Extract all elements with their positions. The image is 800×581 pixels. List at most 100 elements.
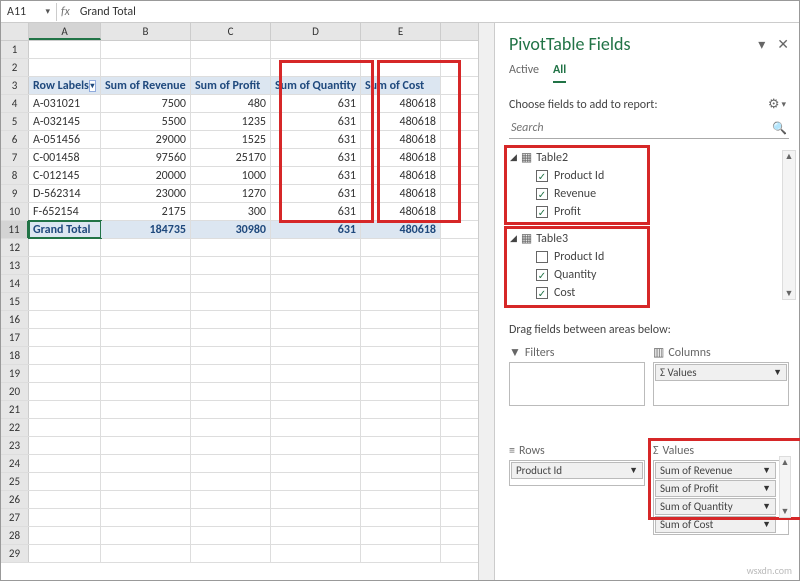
sum-revenue-header[interactable]: Sum of Revenue	[101, 77, 191, 94]
cell-profit[interactable]: 1525	[191, 131, 271, 148]
cell-revenue[interactable]: 97560	[101, 149, 191, 166]
field-item[interactable]: Profit	[510, 203, 788, 221]
row-label[interactable]: A-031021	[29, 95, 101, 112]
row-header[interactable]: 5	[1, 113, 29, 130]
cell-quantity[interactable]: 631	[271, 131, 361, 148]
scroll-down-icon[interactable]: ▼	[785, 288, 794, 299]
chevron-down-icon[interactable]: ▼	[773, 367, 782, 378]
sum-profit-header[interactable]: Sum of Profit	[191, 77, 271, 94]
cell-cost[interactable]: 480618	[361, 203, 441, 220]
sheet-scrollbar[interactable]	[478, 23, 494, 580]
rows-chip[interactable]: Product Id▼	[511, 462, 643, 479]
gear-icon[interactable]: ⚙▾	[765, 95, 789, 114]
col-header-D[interactable]: D	[271, 23, 361, 40]
search-input[interactable]	[509, 118, 770, 138]
row-header[interactable]: 8	[1, 167, 29, 184]
col-header-A[interactable]: A	[29, 23, 101, 40]
row-header[interactable]: 6	[1, 131, 29, 148]
scroll-up-icon[interactable]: ▲	[785, 151, 794, 162]
row-header[interactable]: 16	[1, 311, 29, 328]
cell-cost[interactable]: 480618	[361, 113, 441, 130]
collapse-icon[interactable]: ◢	[510, 152, 517, 163]
tab-all[interactable]: All	[553, 63, 566, 83]
grand-total-cost[interactable]: 480618	[361, 221, 441, 238]
cell-cost[interactable]: 480618	[361, 149, 441, 166]
value-chip[interactable]: Sum of Quantity▼	[655, 498, 776, 515]
columns-chip[interactable]: Σ Values▼	[655, 364, 787, 381]
grand-total-quantity[interactable]: 631	[271, 221, 361, 238]
row-header[interactable]: 24	[1, 455, 29, 472]
cell-revenue[interactable]: 29000	[101, 131, 191, 148]
row-header[interactable]: 19	[1, 365, 29, 382]
cell-cost[interactable]: 480618	[361, 95, 441, 112]
field-list-scrollbar[interactable]: ▲ ▼	[782, 150, 796, 300]
cell-profit[interactable]: 480	[191, 95, 271, 112]
checkbox[interactable]	[536, 206, 548, 218]
cell-cost[interactable]: 480618	[361, 131, 441, 148]
col-header-C[interactable]: C	[191, 23, 271, 40]
row-label[interactable]: A-032145	[29, 113, 101, 130]
value-chip[interactable]: Sum of Profit▼	[655, 480, 776, 497]
cell-revenue[interactable]: 7500	[101, 95, 191, 112]
row-header[interactable]: 26	[1, 491, 29, 508]
sum-quantity-header[interactable]: Sum of Quantity	[271, 77, 361, 94]
grid[interactable]: 1 2 3 Row Labels ▾ Sum of Revenue Sum of…	[1, 41, 478, 580]
cell-quantity[interactable]: 631	[271, 113, 361, 130]
cell-cost[interactable]: 480618	[361, 167, 441, 184]
cell-cost[interactable]: 480618	[361, 185, 441, 202]
cell-quantity[interactable]: 631	[271, 95, 361, 112]
chevron-down-icon[interactable]: ▾	[45, 6, 50, 17]
filters-area[interactable]: ▼Filters	[509, 343, 645, 406]
row-header[interactable]: 10	[1, 203, 29, 220]
row-header[interactable]: 11	[1, 221, 29, 238]
row-header[interactable]: 1	[1, 41, 29, 58]
search-box[interactable]: 🔍	[509, 118, 789, 139]
row-header[interactable]: 29	[1, 545, 29, 562]
values-area[interactable]: ΣValues Sum of Revenue▼Sum of Profit▼Sum…	[653, 442, 789, 535]
select-all-triangle[interactable]	[1, 23, 29, 40]
row-header[interactable]: 18	[1, 347, 29, 364]
row-header[interactable]: 27	[1, 509, 29, 526]
checkbox[interactable]	[536, 170, 548, 182]
checkbox[interactable]	[536, 269, 548, 281]
name-box[interactable]: A11 ▾	[1, 3, 57, 21]
chevron-down-icon[interactable]: ▼	[629, 465, 638, 476]
grand-total-label[interactable]: Grand Total	[29, 221, 101, 238]
fx-icon[interactable]: fx	[61, 5, 70, 19]
field-item[interactable]: Cost	[510, 284, 788, 302]
row-label[interactable]: C-001458	[29, 149, 101, 166]
row-header[interactable]: 9	[1, 185, 29, 202]
row-header[interactable]: 23	[1, 437, 29, 454]
row-labels-header[interactable]: Row Labels ▾	[29, 77, 101, 94]
cell-revenue[interactable]: 5500	[101, 113, 191, 130]
cell-revenue[interactable]: 20000	[101, 167, 191, 184]
collapse-icon[interactable]: ◢	[510, 233, 517, 244]
checkbox[interactable]	[536, 188, 548, 200]
cell-revenue[interactable]: 23000	[101, 185, 191, 202]
field-item[interactable]: Product Id	[510, 248, 788, 266]
chevron-down-icon[interactable]: ▼	[762, 465, 771, 476]
grand-total-profit[interactable]: 30980	[191, 221, 271, 238]
cell-quantity[interactable]: 631	[271, 203, 361, 220]
row-header[interactable]: 28	[1, 527, 29, 544]
checkbox[interactable]	[536, 287, 548, 299]
field-item[interactable]: Revenue	[510, 185, 788, 203]
chevron-down-icon[interactable]: ▼	[762, 501, 771, 512]
tab-active[interactable]: Active	[509, 63, 539, 83]
cell-profit[interactable]: 25170	[191, 149, 271, 166]
row-header[interactable]: 12	[1, 239, 29, 256]
table-header[interactable]: ◢▦Table2	[510, 148, 788, 167]
checkbox[interactable]	[536, 251, 548, 263]
chevron-down-icon[interactable]: ▼	[762, 519, 771, 530]
cell-profit[interactable]: 1235	[191, 113, 271, 130]
cell-profit[interactable]: 1000	[191, 167, 271, 184]
row-header[interactable]: 14	[1, 275, 29, 292]
cell-profit[interactable]: 300	[191, 203, 271, 220]
scroll-down-icon[interactable]: ▼	[781, 506, 790, 517]
row-header[interactable]: 20	[1, 383, 29, 400]
row-header[interactable]: 15	[1, 293, 29, 310]
row-header[interactable]: 2	[1, 59, 29, 76]
row-header[interactable]: 25	[1, 473, 29, 490]
row-label[interactable]: F-652154	[29, 203, 101, 220]
value-chip[interactable]: Sum of Cost▼	[655, 516, 776, 533]
